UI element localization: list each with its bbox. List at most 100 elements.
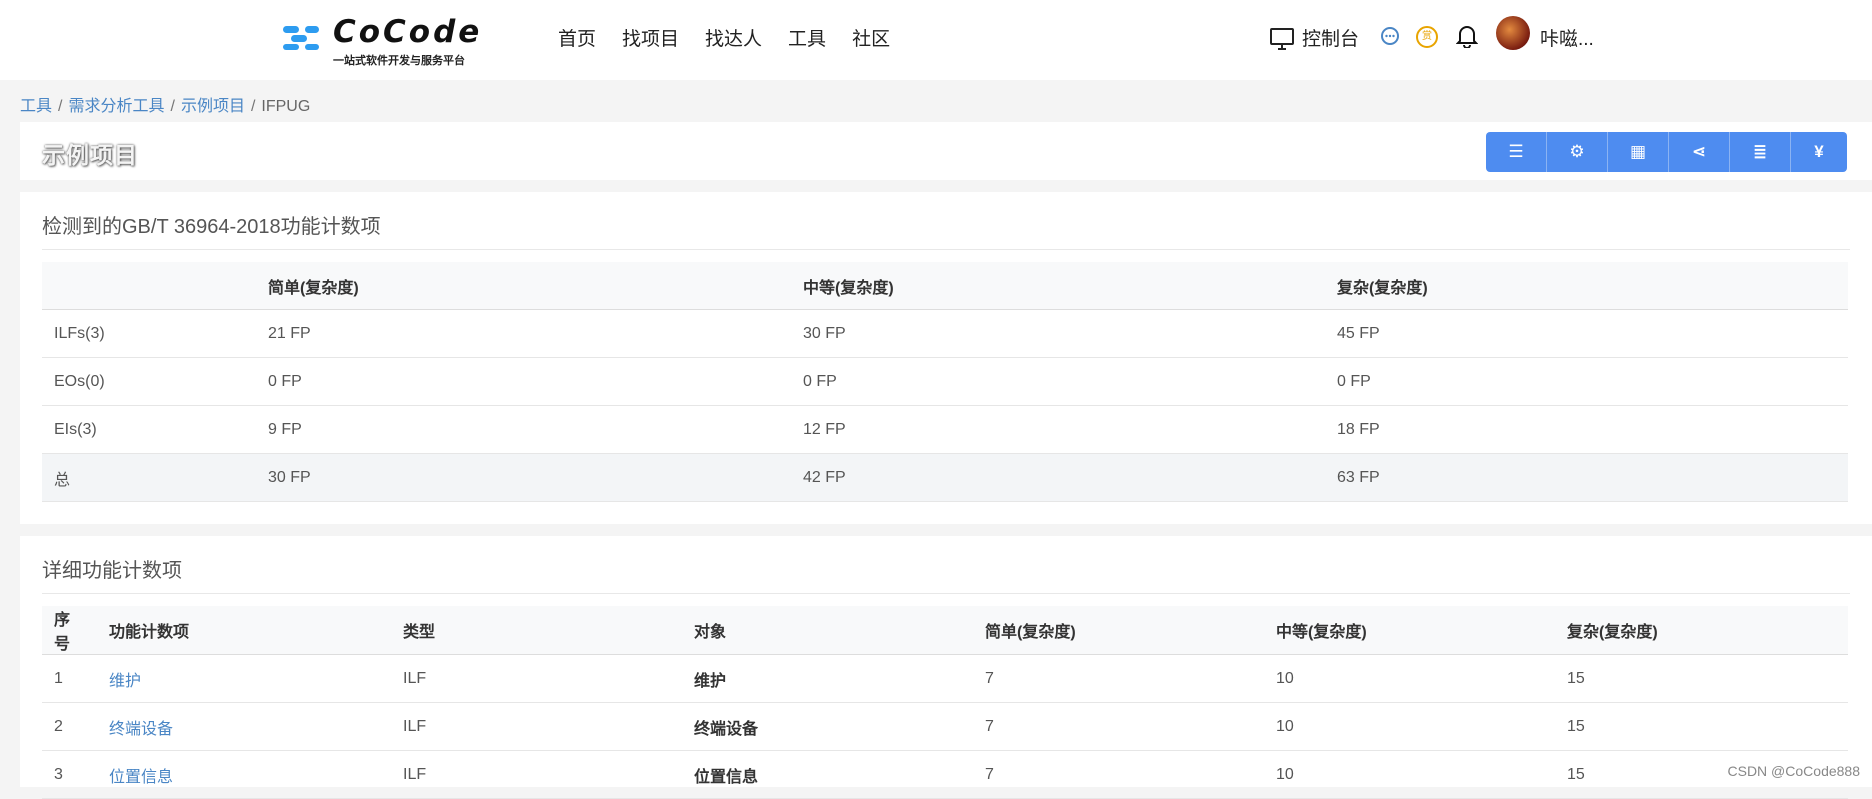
- row-index: 1: [42, 654, 97, 703]
- table-cell: 30 FP: [256, 453, 791, 502]
- grid-icon: ▦: [1629, 142, 1647, 161]
- table-cell: 42 FP: [791, 453, 1325, 502]
- table-cell: 7: [973, 702, 1264, 751]
- column-header: 复杂(复杂度): [1325, 262, 1848, 310]
- total-row: 总 30 FP 42 FP 63 FP: [42, 453, 1848, 502]
- table-cell: 12 FP: [791, 405, 1325, 454]
- breadcrumb-tools[interactable]: 工具: [20, 98, 52, 115]
- bell-icon[interactable]: [1456, 24, 1478, 48]
- logo[interactable]: CoCode 一站式软件开发与服务平台: [281, 14, 479, 70]
- table-cell: 10: [1264, 654, 1555, 703]
- table-cell: 21 FP: [256, 309, 791, 358]
- detail-title: 详细功能计数项: [42, 560, 182, 582]
- ordered-list-button[interactable]: ≣: [1730, 132, 1791, 172]
- main-nav: 首页 找项目 找达人 工具 社区: [558, 24, 916, 51]
- nav-find-projects[interactable]: 找项目: [622, 24, 679, 51]
- nav-community[interactable]: 社区: [852, 24, 890, 51]
- table-cell: 10: [1264, 702, 1555, 751]
- row-label: 总: [42, 453, 256, 502]
- logo-icon: [283, 26, 319, 50]
- breadcrumb-analysis-tools[interactable]: 需求分析工具: [68, 98, 164, 115]
- breadcrumb-separator: /: [170, 98, 175, 115]
- grid-button[interactable]: ▦: [1608, 132, 1669, 172]
- table-header-row: 序号 功能计数项 类型 对象 简单(复杂度) 中等(复杂度) 复杂(复杂度): [42, 606, 1848, 655]
- share-button[interactable]: ⋖: [1669, 132, 1730, 172]
- project-toolbar: ☰ ⚙ ▦ ⋖ ≣ ¥: [1486, 132, 1847, 172]
- brand-slogan: 一站式软件开发与服务平台: [333, 55, 465, 67]
- type-cell: ILF: [391, 750, 682, 799]
- list-button[interactable]: ☰: [1486, 132, 1547, 172]
- brand-name: CoCode: [333, 14, 483, 50]
- console-link[interactable]: 控制台: [1270, 24, 1359, 51]
- nav-tools[interactable]: 工具: [788, 24, 826, 51]
- summary-title: 检测到的GB/T 36964-2018功能计数项: [42, 216, 381, 238]
- table-cell: 18 FP: [1325, 405, 1848, 454]
- gear-icon: ⚙: [1569, 142, 1585, 161]
- page-title: 示例项目: [42, 142, 138, 168]
- breadcrumb-current: IFPUG: [261, 98, 311, 115]
- watermark: CSDN @CoCode888: [1727, 763, 1861, 779]
- table-cell: 15: [1555, 654, 1848, 703]
- column-header: 复杂(复杂度): [1555, 606, 1848, 655]
- column-header: 中等(复杂度): [1264, 606, 1555, 655]
- divider: [42, 593, 1850, 594]
- column-header: 简单(复杂度): [256, 262, 791, 310]
- table-cell: 30 FP: [791, 309, 1325, 358]
- type-cell: ILF: [391, 654, 682, 703]
- project-header: 示例项目 ☰ ⚙ ▦ ⋖ ≣ ¥: [20, 122, 1872, 180]
- username[interactable]: 咔嗞...: [1540, 24, 1594, 51]
- column-header: 中等(复杂度): [791, 262, 1325, 310]
- detail-table: 序号 功能计数项 类型 对象 简单(复杂度) 中等(复杂度) 复杂(复杂度) 1…: [42, 606, 1848, 799]
- share-icon: ⋖: [1691, 142, 1707, 161]
- table-cell: 0 FP: [1325, 357, 1848, 406]
- breadcrumb-separator: /: [58, 98, 63, 115]
- table-row: EIs(3) 9 FP 12 FP 18 FP: [42, 405, 1848, 454]
- column-header: 类型: [391, 606, 682, 655]
- column-header: 简单(复杂度): [973, 606, 1264, 655]
- settings-button[interactable]: ⚙: [1547, 132, 1608, 172]
- function-item-link[interactable]: 终端设备: [109, 721, 173, 738]
- yen-icon: ¥: [1814, 142, 1824, 161]
- table-row: 1 维护 ILF 维护 7 10 15: [42, 654, 1848, 703]
- table-row: 3 位置信息 ILF 位置信息 7 10 15: [42, 750, 1848, 799]
- table-header-row: 简单(复杂度) 中等(复杂度) 复杂(复杂度): [42, 262, 1848, 310]
- breadcrumb: 工具 / 需求分析工具 / 示例项目 / IFPUG: [20, 92, 310, 116]
- object-cell: 维护: [682, 654, 973, 703]
- monitor-icon: [1270, 28, 1294, 50]
- column-header: 对象: [682, 606, 973, 655]
- table-cell: 7: [973, 654, 1264, 703]
- function-item-cell: 终端设备: [97, 702, 391, 751]
- column-header: 功能计数项: [97, 606, 391, 655]
- column-header: 序号: [42, 606, 97, 655]
- row-label: ILFs(3): [42, 309, 256, 358]
- table-cell: 10: [1264, 750, 1555, 799]
- function-item-cell: 维护: [97, 654, 391, 703]
- nav-home[interactable]: 首页: [558, 24, 596, 51]
- table-cell: 63 FP: [1325, 453, 1848, 502]
- function-item-link[interactable]: 维护: [109, 673, 141, 690]
- table-row: 2 终端设备 ILF 终端设备 7 10 15: [42, 702, 1848, 751]
- breadcrumb-sample-project[interactable]: 示例项目: [181, 98, 245, 115]
- table-cell: 7: [973, 750, 1264, 799]
- function-item-cell: 位置信息: [97, 750, 391, 799]
- row-index: 2: [42, 702, 97, 751]
- table-cell: 45 FP: [1325, 309, 1848, 358]
- table-cell: 0 FP: [791, 357, 1325, 406]
- top-navbar: CoCode 一站式软件开发与服务平台 首页 找项目 找达人 工具 社区 控制台 赏 咔…: [0, 0, 1872, 80]
- breadcrumb-separator: /: [250, 98, 256, 115]
- column-header: [42, 262, 256, 310]
- avatar[interactable]: [1496, 16, 1530, 50]
- object-cell: 位置信息: [682, 750, 973, 799]
- divider: [42, 249, 1850, 250]
- row-index: 3: [42, 750, 97, 799]
- summary-table: 简单(复杂度) 中等(复杂度) 复杂(复杂度) ILFs(3) 21 FP 30 F…: [42, 262, 1848, 502]
- chat-icon[interactable]: [1380, 26, 1400, 46]
- cost-button[interactable]: ¥: [1791, 132, 1847, 172]
- row-label: EIs(3): [42, 405, 256, 454]
- function-item-link[interactable]: 位置信息: [109, 769, 173, 786]
- table-cell: 0 FP: [256, 357, 791, 406]
- nav-find-experts[interactable]: 找达人: [705, 24, 762, 51]
- detail-panel: 详细功能计数项 序号 功能计数项 类型 对象 简单(复杂度) 中等(复杂度) 复…: [20, 536, 1872, 799]
- table-cell: 15: [1555, 702, 1848, 751]
- reward-coin-icon[interactable]: 赏: [1416, 26, 1438, 48]
